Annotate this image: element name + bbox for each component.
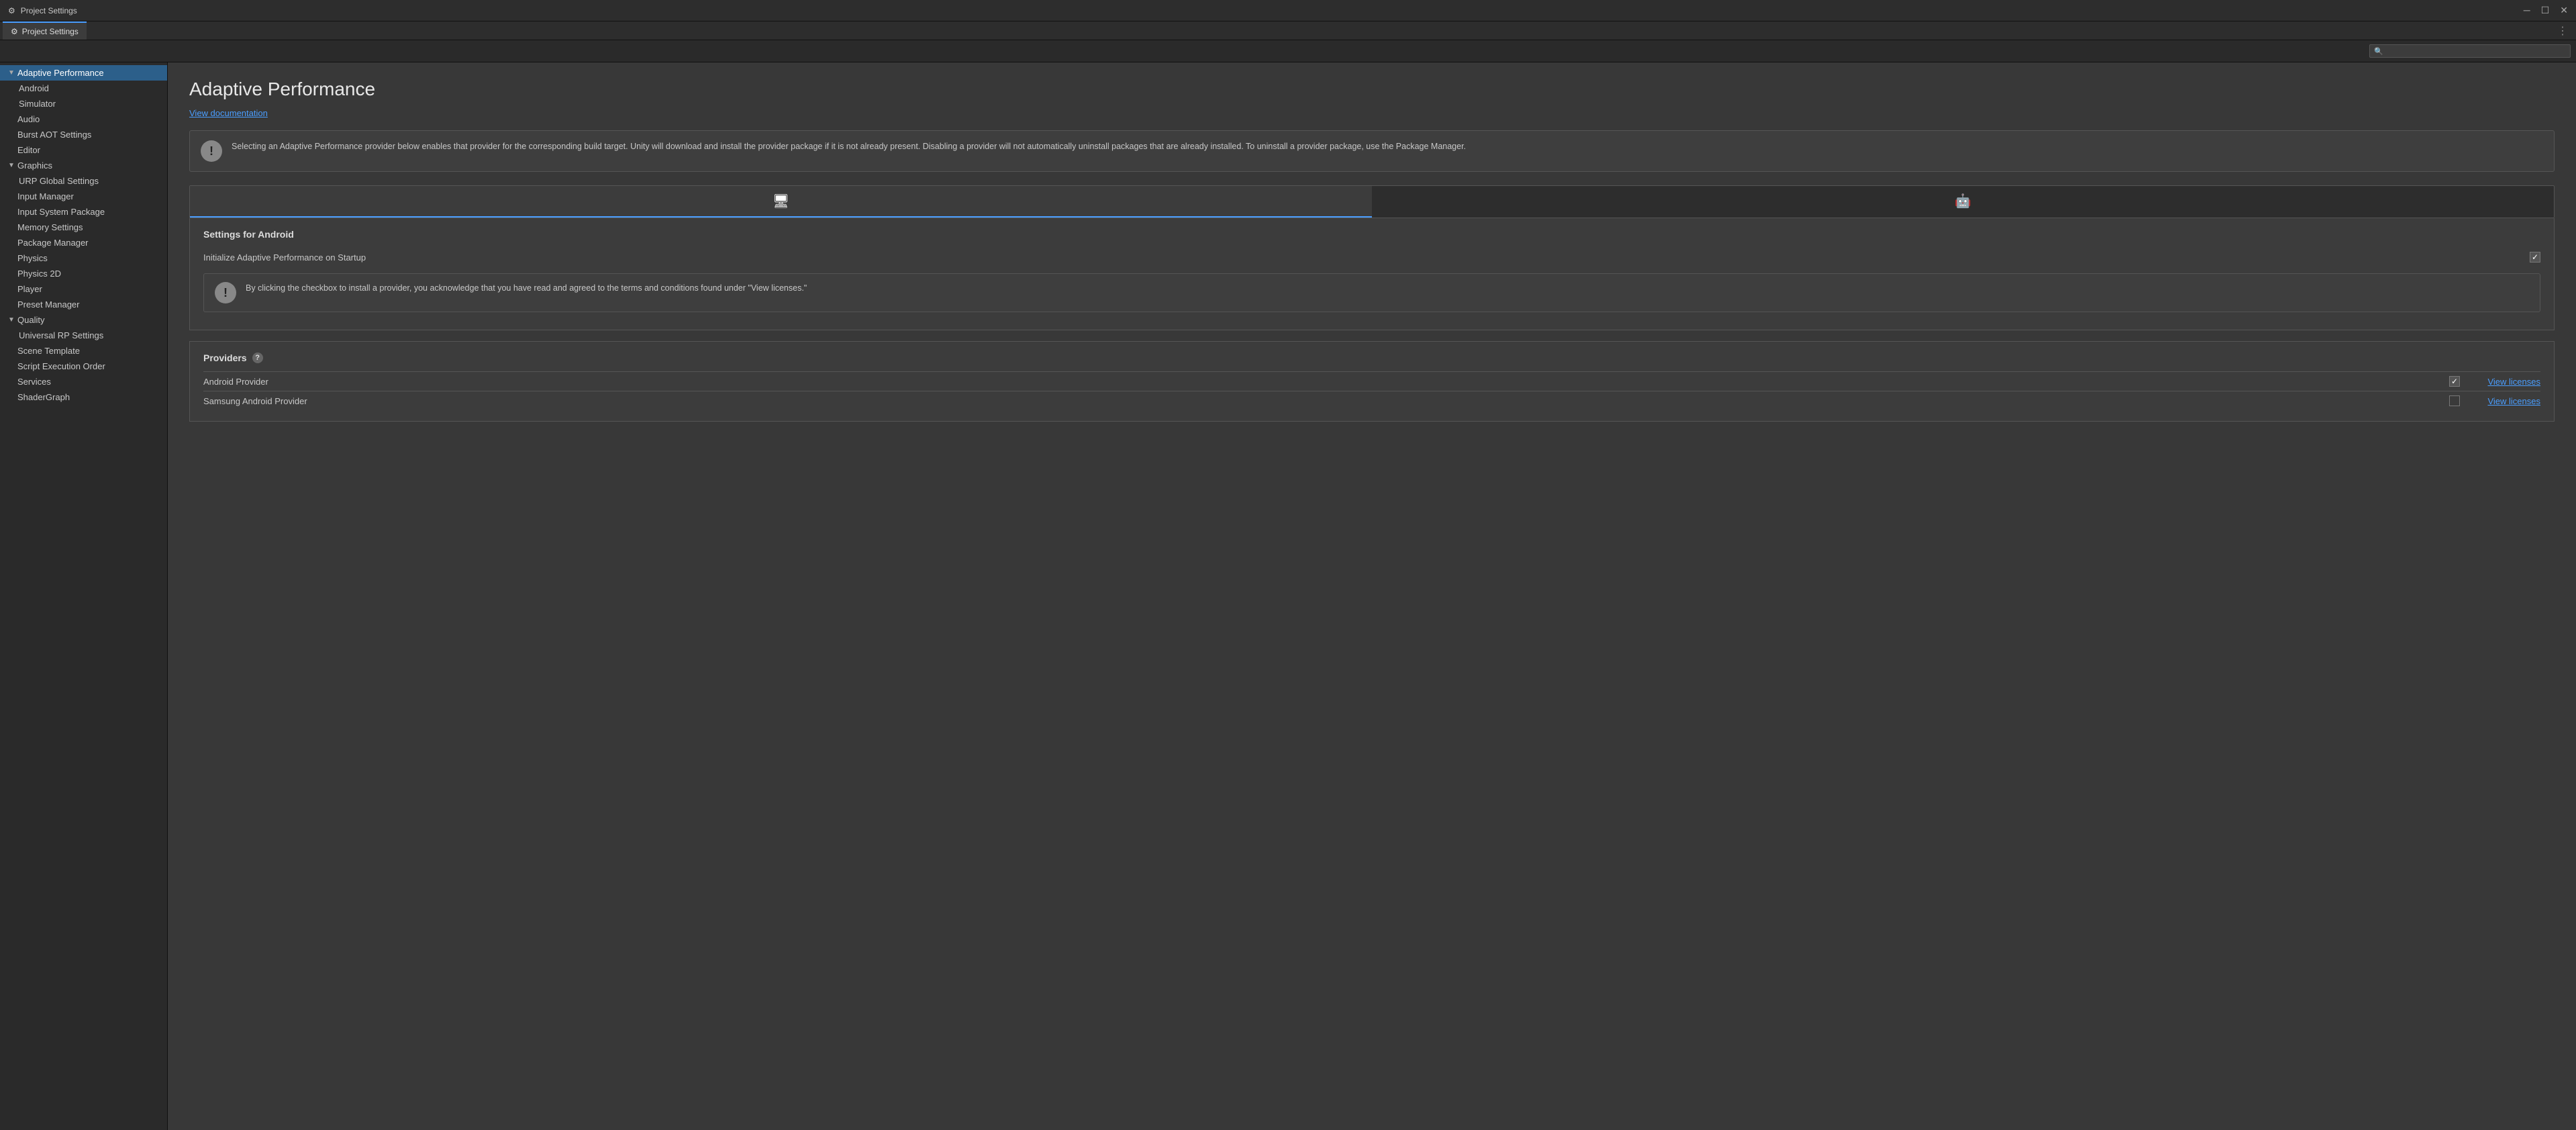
- sidebar-item-script-execution-order[interactable]: Script Execution Order: [0, 359, 167, 374]
- sidebar-label-android: Android: [19, 83, 49, 93]
- page-title: Adaptive Performance: [189, 79, 2555, 100]
- sidebar-item-player[interactable]: Player: [0, 281, 167, 297]
- sidebar-label-physics: Physics: [17, 253, 48, 263]
- samsung-provider-view-licenses[interactable]: View licenses: [2473, 396, 2540, 406]
- sidebar-item-simulator[interactable]: Simulator: [0, 96, 167, 111]
- info-box: ! Selecting an Adaptive Performance prov…: [189, 130, 2555, 172]
- sidebar-label-player: Player: [17, 284, 42, 294]
- sidebar-label-adaptive-performance: Adaptive Performance: [17, 68, 104, 78]
- project-settings-tab[interactable]: ⚙ Project Settings: [3, 21, 87, 40]
- providers-header: Providers ?: [203, 352, 2540, 363]
- sidebar-item-package-manager[interactable]: Package Manager: [0, 235, 167, 250]
- sidebar-item-adaptive-performance[interactable]: ▼Adaptive Performance: [0, 65, 167, 81]
- initialize-setting-row: Initialize Adaptive Performance on Start…: [203, 248, 2540, 267]
- initialize-setting-label: Initialize Adaptive Performance on Start…: [203, 252, 366, 263]
- tab-menu-button[interactable]: ⋮: [2552, 24, 2573, 38]
- sidebar-label-physics-2d: Physics 2D: [17, 269, 61, 279]
- sidebar-label-editor: Editor: [17, 145, 40, 155]
- tab-icon: ⚙: [11, 27, 18, 36]
- minimize-button[interactable]: ─: [2524, 5, 2530, 16]
- sidebar-item-scene-template[interactable]: Scene Template: [0, 343, 167, 359]
- sidebar-arrow-adaptive-performance: ▼: [8, 69, 17, 77]
- sidebar-item-memory-settings[interactable]: Memory Settings: [0, 220, 167, 235]
- sidebar-label-scene-template: Scene Template: [17, 346, 80, 356]
- sidebar-item-input-system-package[interactable]: Input System Package: [0, 204, 167, 220]
- sidebar-item-input-manager[interactable]: Input Manager: [0, 189, 167, 204]
- sidebar-label-shadergraph: ShaderGraph: [17, 392, 70, 402]
- close-button[interactable]: ✕: [2560, 5, 2568, 16]
- sidebar-label-burst-aot-settings: Burst AOT Settings: [17, 130, 91, 140]
- info-message: Selecting an Adaptive Performance provid…: [232, 140, 1466, 153]
- sidebar-item-burst-aot-settings[interactable]: Burst AOT Settings: [0, 127, 167, 142]
- settings-section-title: Settings for Android: [203, 229, 2540, 240]
- main-layout: ▼Adaptive PerformanceAndroidSimulatorAud…: [0, 62, 2576, 1130]
- app-title: Project Settings: [21, 6, 77, 15]
- sidebar-arrow-graphics: ▼: [8, 162, 17, 169]
- initialize-setting-checkbox[interactable]: [2530, 252, 2540, 263]
- android-provider-row: Android Provider View licenses: [203, 371, 2540, 391]
- sidebar-item-universal-rp-settings[interactable]: Universal RP Settings: [0, 328, 167, 343]
- view-documentation-link[interactable]: View documentation: [189, 108, 268, 118]
- sidebar-label-package-manager: Package Manager: [17, 238, 89, 248]
- android-provider-checkbox[interactable]: [2449, 376, 2460, 387]
- providers-help-icon[interactable]: ?: [252, 352, 263, 363]
- samsung-provider-name: Samsung Android Provider: [203, 396, 2436, 406]
- platform-tabs: 🖥 🤖: [189, 185, 2555, 218]
- samsung-provider-checkbox[interactable]: [2449, 395, 2460, 406]
- content-area: Adaptive Performance View documentation …: [168, 62, 2576, 1130]
- title-bar-left: ⚙ Project Settings: [8, 6, 77, 15]
- title-bar-controls: ─ ☐ ✕: [2524, 5, 2568, 16]
- sidebar-label-simulator: Simulator: [19, 99, 56, 109]
- sidebar-item-graphics[interactable]: ▼Graphics: [0, 158, 167, 173]
- sidebar-label-input-manager: Input Manager: [17, 191, 74, 201]
- android-icon: 🤖: [1954, 193, 1971, 209]
- info-icon: !: [201, 140, 222, 162]
- search-input[interactable]: [2386, 46, 2566, 56]
- sidebar: ▼Adaptive PerformanceAndroidSimulatorAud…: [0, 62, 168, 1130]
- sidebar-label-memory-settings: Memory Settings: [17, 222, 83, 232]
- sidebar-label-script-execution-order: Script Execution Order: [17, 361, 105, 371]
- sidebar-label-urp-global-settings: URP Global Settings: [19, 176, 99, 186]
- platform-tab-android[interactable]: 🤖: [1372, 186, 2554, 218]
- search-input-wrap: 🔍: [2369, 44, 2571, 58]
- platform-tab-desktop[interactable]: 🖥: [190, 186, 1372, 218]
- sidebar-label-universal-rp-settings: Universal RP Settings: [19, 330, 103, 340]
- tab-bar: ⚙ Project Settings ⋮: [0, 21, 2576, 40]
- sidebar-item-services[interactable]: Services: [0, 374, 167, 389]
- warning-icon: !: [215, 282, 236, 303]
- sidebar-item-audio[interactable]: Audio: [0, 111, 167, 127]
- sidebar-label-input-system-package: Input System Package: [17, 207, 105, 217]
- android-provider-view-licenses[interactable]: View licenses: [2473, 377, 2540, 387]
- app-icon: ⚙: [8, 6, 15, 15]
- sidebar-arrow-quality: ▼: [8, 316, 17, 324]
- sidebar-item-physics-2d[interactable]: Physics 2D: [0, 266, 167, 281]
- sidebar-item-shadergraph[interactable]: ShaderGraph: [0, 389, 167, 405]
- providers-title: Providers: [203, 352, 247, 363]
- desktop-icon: 🖥: [773, 193, 789, 209]
- sidebar-item-editor[interactable]: Editor: [0, 142, 167, 158]
- sidebar-item-urp-global-settings[interactable]: URP Global Settings: [0, 173, 167, 189]
- search-bar: 🔍: [0, 40, 2576, 62]
- tab-label: Project Settings: [22, 27, 79, 36]
- maximize-button[interactable]: ☐: [2541, 5, 2550, 16]
- search-icon: 🔍: [2374, 47, 2383, 56]
- sidebar-label-graphics: Graphics: [17, 160, 52, 171]
- sidebar-item-quality[interactable]: ▼Quality: [0, 312, 167, 328]
- android-provider-name: Android Provider: [203, 377, 2436, 387]
- sidebar-item-preset-manager[interactable]: Preset Manager: [0, 297, 167, 312]
- settings-for-android-section: Settings for Android Initialize Adaptive…: [189, 218, 2555, 330]
- title-bar: ⚙ Project Settings ─ ☐ ✕: [0, 0, 2576, 21]
- sidebar-item-android[interactable]: Android: [0, 81, 167, 96]
- warning-box: ! By clicking the checkbox to install a …: [203, 273, 2540, 312]
- samsung-provider-row: Samsung Android Provider View licenses: [203, 391, 2540, 410]
- warning-message: By clicking the checkbox to install a pr…: [246, 282, 807, 295]
- sidebar-label-quality: Quality: [17, 315, 44, 325]
- providers-section: Providers ? Android Provider View licens…: [189, 341, 2555, 422]
- sidebar-label-audio: Audio: [17, 114, 40, 124]
- sidebar-label-preset-manager: Preset Manager: [17, 299, 80, 310]
- sidebar-item-physics[interactable]: Physics: [0, 250, 167, 266]
- sidebar-label-services: Services: [17, 377, 51, 387]
